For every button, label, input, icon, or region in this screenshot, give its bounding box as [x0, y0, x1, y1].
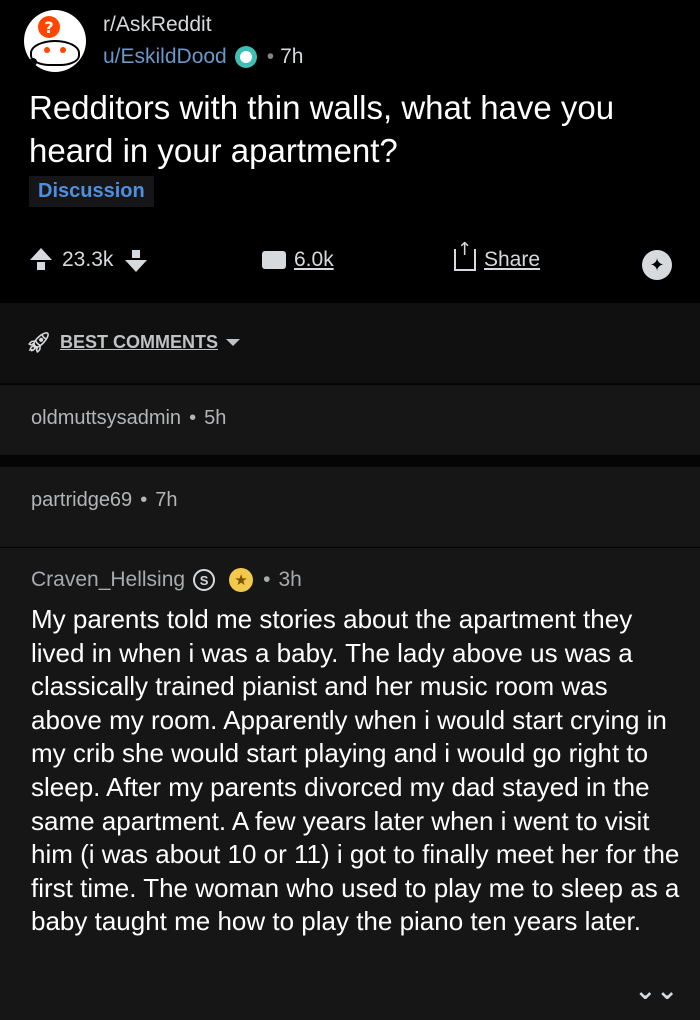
comment-author[interactable]: Craven_Hellsing	[31, 568, 185, 592]
askreddit-snoo-icon[interactable]: ?	[24, 10, 86, 72]
separator-dot: •	[263, 568, 271, 591]
upvote-arrow-icon[interactable]	[30, 248, 52, 270]
award-star-icon: ★	[229, 568, 254, 592]
sort-dropdown[interactable]: 🚀︎ BEST COMMENTS	[26, 330, 241, 354]
separator-dot: •	[266, 45, 275, 68]
share-icon	[454, 241, 476, 271]
comment-body: My parents told me stories about the apa…	[31, 604, 680, 937]
author-line: u/EskildDood • 7h	[103, 42, 303, 72]
subreddit-link[interactable]: r/AskReddit	[103, 12, 303, 38]
share-button[interactable]: Share	[454, 241, 541, 272]
sort-bar: 🚀︎ BEST COMMENTS	[0, 303, 700, 383]
award-icon[interactable]: ✦	[642, 250, 672, 280]
comment-header: Craven_Hellsing S ★ • 3h	[31, 568, 302, 592]
rocket-icon: 🚀︎	[26, 330, 52, 354]
share-label: Share	[484, 248, 541, 271]
chevron-double-down-icon[interactable]: ⌄⌄	[634, 976, 678, 1006]
collapsed-comment-meta: oldmuttsysadmin • 5h	[31, 407, 226, 430]
separator-dot: •	[189, 407, 197, 429]
divider	[0, 455, 700, 467]
post-time: 7h	[280, 45, 304, 68]
collapsed-comment[interactable]: partridge69 • 7h	[0, 467, 700, 547]
comment-count: 6.0k	[294, 248, 334, 271]
comment-author[interactable]: partridge69	[31, 489, 132, 512]
comment-time: 5h	[204, 407, 227, 429]
separator-dot: •	[140, 489, 148, 511]
comment-time: 7h	[155, 489, 178, 511]
vote-group: 23.3k	[30, 248, 148, 272]
collapsed-comment-meta: partridge69 • 7h	[31, 489, 177, 512]
post-title[interactable]: Redditors with thin walls, what have you…	[29, 86, 669, 172]
user-flair-icon	[234, 46, 257, 68]
upvote-count: 23.3k	[62, 248, 114, 271]
chevron-down-icon	[226, 338, 241, 346]
expanded-comment: Craven_Hellsing S ★ • 3h My parents told…	[0, 548, 700, 1020]
post-header: ? r/AskReddit u/EskildDood • 7h	[24, 10, 303, 72]
sort-label: BEST COMMENTS	[60, 331, 219, 352]
post-card: ? r/AskReddit u/EskildDood • 7h Redditor…	[0, 0, 700, 303]
comments-button[interactable]: 6.0k	[262, 248, 334, 272]
user-badge-icon: S	[193, 569, 216, 591]
comment-bubble-icon	[262, 251, 286, 269]
collapsed-comment[interactable]: oldmuttsysadmin • 5h	[0, 385, 700, 455]
comment-time: 3h	[278, 568, 302, 591]
post-flair-tag[interactable]: Discussion	[29, 176, 154, 207]
post-meta: r/AskReddit u/EskildDood • 7h	[103, 10, 303, 72]
comment-author[interactable]: oldmuttsysadmin	[31, 407, 181, 430]
author-link[interactable]: u/EskildDood	[103, 42, 227, 72]
downvote-arrow-icon[interactable]	[125, 250, 148, 272]
post-actions: 23.3k 6.0k Share ✦	[0, 241, 700, 284]
